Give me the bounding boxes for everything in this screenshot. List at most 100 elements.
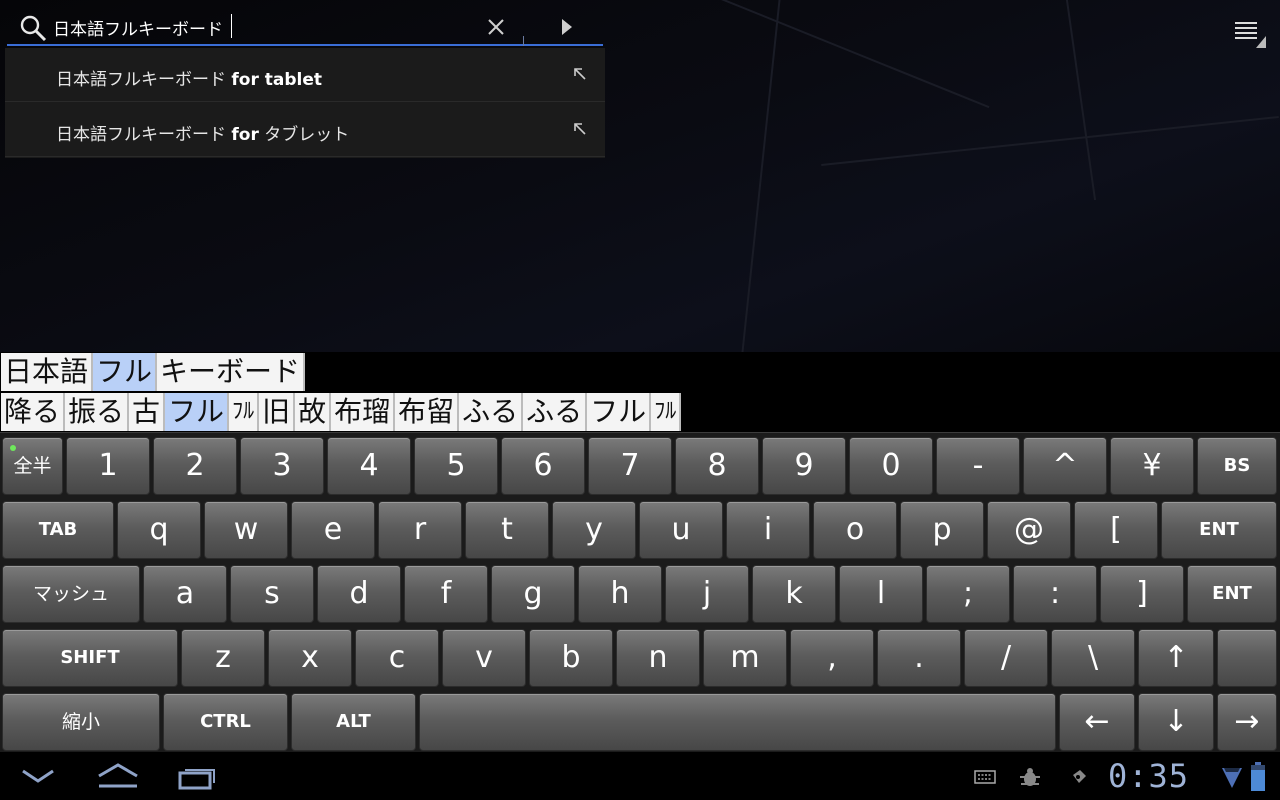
space-key[interactable]: [419, 693, 1056, 751]
key-row2-10[interactable]: p: [900, 501, 984, 559]
arrow-down-key[interactable]: ↓: [1138, 693, 1214, 751]
prediction-candidates: 降る 振る古フル ﾌﾙ旧故布瑠 布留 ふる ふる フル ﾌﾙ: [1, 393, 682, 431]
key-row3-8[interactable]: k: [752, 565, 836, 623]
arrow-right-key[interactable]: →: [1217, 693, 1277, 751]
key-row1-12[interactable]: ^: [1023, 437, 1107, 495]
arrow-up-key[interactable]: ↑: [1138, 629, 1214, 687]
shift-key[interactable]: SHIFT: [2, 629, 178, 687]
key-row3-10[interactable]: ;: [926, 565, 1010, 623]
clear-button[interactable]: [481, 14, 511, 42]
key-row1-9[interactable]: 9: [762, 437, 846, 495]
key-row4-4[interactable]: v: [442, 629, 526, 687]
key-row1-1[interactable]: 1: [66, 437, 150, 495]
key-row3-7[interactable]: j: [665, 565, 749, 623]
alt-key[interactable]: ALT: [291, 693, 416, 751]
zenkaku-hankaku-key[interactable]: 全半: [2, 437, 63, 495]
key-row2-4[interactable]: r: [378, 501, 462, 559]
key-row1-5[interactable]: 5: [414, 437, 498, 495]
key-row3-12[interactable]: ]: [1100, 565, 1184, 623]
suggestion-item[interactable]: 日本語フルキーボード for tablet: [5, 48, 605, 102]
back-icon[interactable]: [20, 766, 56, 786]
key-row4-7[interactable]: m: [703, 629, 787, 687]
usb-debug-icon[interactable]: [1018, 766, 1042, 788]
key-row1-6[interactable]: 6: [501, 437, 585, 495]
key-row4-5[interactable]: b: [529, 629, 613, 687]
key-row1-2[interactable]: 2: [153, 437, 237, 495]
key-row2-1[interactable]: q: [117, 501, 201, 559]
candidate-item[interactable]: フル: [165, 393, 230, 431]
arrow-left-key[interactable]: ←: [1059, 693, 1135, 751]
go-button[interactable]: [555, 16, 579, 40]
candidate-item[interactable]: 布瑠: [331, 393, 396, 431]
candidate-item[interactable]: 日本語: [1, 353, 94, 391]
key-row1-4[interactable]: 4: [327, 437, 411, 495]
key-row1-11[interactable]: -: [936, 437, 1020, 495]
backspace-key[interactable]: BS: [1197, 437, 1277, 495]
conversion-candidates: 日本語 フル キーボード: [1, 353, 306, 391]
suggestion-item[interactable]: 日本語フルキーボード for タブレット: [5, 103, 605, 157]
enter-key[interactable]: ENT: [1187, 565, 1277, 623]
notification-icon[interactable]: [1070, 768, 1088, 786]
battery-icon: [1251, 762, 1265, 791]
key-row3-1[interactable]: a: [143, 565, 227, 623]
key-row1-7[interactable]: 7: [588, 437, 672, 495]
ctrl-key[interactable]: CTRL: [163, 693, 288, 751]
candidate-item[interactable]: 降る: [1, 393, 66, 431]
candidate-item[interactable]: ﾌﾙ: [651, 393, 682, 431]
arrow-up-left-icon[interactable]: [573, 122, 587, 136]
key-row3-3[interactable]: d: [317, 565, 401, 623]
key-row2-6[interactable]: y: [552, 501, 636, 559]
tab-key[interactable]: TAB: [2, 501, 114, 559]
key-row4-11[interactable]: \: [1051, 629, 1135, 687]
arrow-up-left-icon[interactable]: [573, 67, 587, 81]
key-row1-8[interactable]: 8: [675, 437, 759, 495]
keyboard: 全半 1 2 3 4 5 6 7 8 9 0- ^ ¥ BS TAB q w e r t y u i o p @[ENT マッシュ a…: [0, 432, 1280, 752]
candidate-item[interactable]: ふる: [459, 393, 524, 431]
menu-icon[interactable]: [1232, 18, 1268, 52]
search-input[interactable]: [53, 14, 473, 40]
candidate-item[interactable]: ふる: [523, 393, 588, 431]
key-row4-8[interactable]: ,: [790, 629, 874, 687]
key-row3-2[interactable]: s: [230, 565, 314, 623]
key-row4-2[interactable]: x: [268, 629, 352, 687]
candidate-item[interactable]: 旧: [259, 393, 296, 431]
key-row2-11[interactable]: @: [987, 501, 1071, 559]
key-row4-9[interactable]: .: [877, 629, 961, 687]
key-row2-5[interactable]: t: [465, 501, 549, 559]
key-row3-6[interactable]: h: [578, 565, 662, 623]
candidate-item[interactable]: キーボード: [157, 353, 306, 391]
key-row2-9[interactable]: o: [813, 501, 897, 559]
key-label: 全半: [13, 455, 52, 477]
keyboard-icon[interactable]: [974, 770, 996, 784]
key-row2-12[interactable]: [: [1074, 501, 1158, 559]
key-row1-3[interactable]: 3: [240, 437, 324, 495]
candidate-item[interactable]: 故: [295, 393, 332, 431]
key-row3-5[interactable]: g: [491, 565, 575, 623]
key-row2-3[interactable]: e: [291, 501, 375, 559]
key-row2-2[interactable]: w: [204, 501, 288, 559]
blank-key[interactable]: [1217, 629, 1277, 687]
candidate-item[interactable]: 布留: [395, 393, 460, 431]
key-row3-9[interactable]: l: [839, 565, 923, 623]
key-row4-3[interactable]: c: [355, 629, 439, 687]
key-row2-8[interactable]: i: [726, 501, 810, 559]
play-arrow-icon: [562, 19, 572, 35]
key-row1-10[interactable]: 0: [849, 437, 933, 495]
candidate-item[interactable]: 振る: [65, 393, 130, 431]
key-row2-7[interactable]: u: [639, 501, 723, 559]
enter-key[interactable]: ENT: [1161, 501, 1277, 559]
home-icon[interactable]: [96, 762, 140, 790]
candidate-item[interactable]: フル: [93, 353, 158, 391]
shrink-key[interactable]: 縮小: [2, 693, 160, 751]
key-row4-6[interactable]: n: [616, 629, 700, 687]
key-row3-4[interactable]: f: [404, 565, 488, 623]
key-row3-11[interactable]: :: [1013, 565, 1097, 623]
key-row1-13[interactable]: ¥: [1110, 437, 1194, 495]
candidate-item[interactable]: フル: [587, 393, 652, 431]
key-row4-10[interactable]: /: [964, 629, 1048, 687]
candidate-item[interactable]: ﾌﾙ: [229, 393, 260, 431]
candidate-item[interactable]: 古: [129, 393, 166, 431]
recent-apps-icon[interactable]: [176, 764, 218, 790]
key-row4-1[interactable]: z: [181, 629, 265, 687]
mash-key[interactable]: マッシュ: [2, 565, 140, 623]
